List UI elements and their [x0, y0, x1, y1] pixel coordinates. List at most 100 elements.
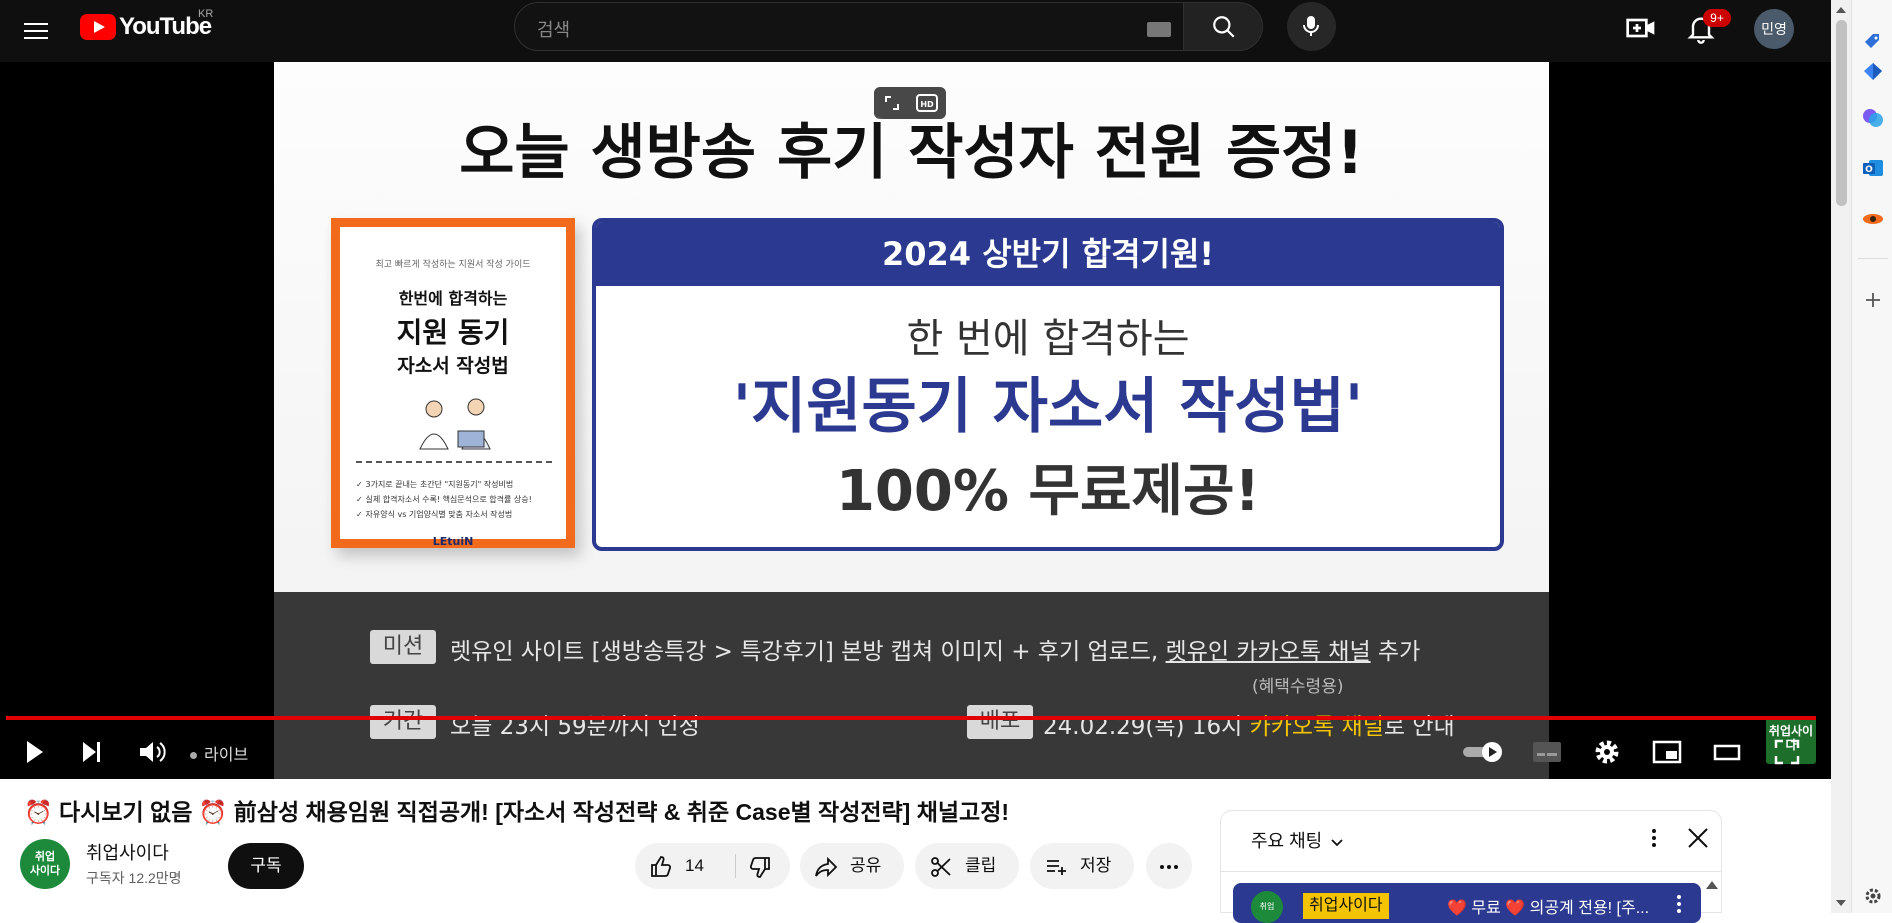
pinned-more-icon[interactable]	[1669, 891, 1689, 919]
book-bullet: 실제 합격자소서 수록! 핵심문석으로 합격률 상승!	[356, 492, 566, 507]
share-label: 공유	[850, 856, 882, 875]
menu-button[interactable]	[18, 12, 54, 48]
mission-tag: 미션	[370, 630, 436, 664]
mission-link: 렛유인 카카오톡 채널	[1165, 639, 1371, 665]
save-label: 저장	[1080, 856, 1112, 875]
clip-label: 클립	[965, 856, 997, 875]
chat-mode-dropdown[interactable]: 주요 채팅	[1251, 827, 1345, 853]
book-illustration	[419, 398, 491, 450]
search-icon	[1213, 16, 1235, 38]
live-indicator[interactable]: 라이브	[190, 741, 248, 765]
fullscreen-icon	[1774, 739, 1800, 765]
pinned-text: ❤️ 무료 ❤️ 의공계 전용! [주...	[1447, 900, 1650, 917]
promo-line2: '지원동기 자소서 작성법'	[732, 372, 1364, 442]
progress-bar[interactable]	[6, 716, 1816, 720]
book-bullets: 3가지로 끝내는 초간단 "지원동기" 작성비법 실제 합격자소서 수록! 핵심…	[356, 477, 566, 522]
promo-header: 2024 상반기 합격기원!	[596, 222, 1500, 286]
player-controls: 라이브	[0, 728, 1831, 778]
like-dislike-group: 14	[635, 843, 790, 889]
play-button[interactable]	[14, 732, 54, 772]
chat-close-button[interactable]	[1683, 823, 1713, 853]
page-scrollbar[interactable]	[1831, 0, 1851, 913]
shopping-icon[interactable]	[1861, 60, 1885, 84]
voice-search-button[interactable]	[1287, 2, 1336, 51]
youtube-play-icon	[80, 14, 116, 40]
region-code: KR	[198, 8, 214, 20]
subtitles-button[interactable]	[1527, 732, 1567, 772]
miniplayer-icon	[1652, 740, 1682, 764]
book-divider	[356, 461, 552, 463]
save-button[interactable]: 저장	[1030, 843, 1134, 889]
chat-mode-label: 주요 채팅	[1251, 831, 1323, 851]
book-title-line3: 자소서 작성법	[397, 355, 509, 377]
book-brand: LEtuiN	[432, 535, 474, 548]
slide-title: 오늘 생방송 후기 작성자 전원 증정!	[459, 118, 1364, 188]
autoplay-toggle[interactable]	[1462, 732, 1506, 772]
thumbs-down-icon	[749, 857, 770, 878]
games-icon[interactable]	[1861, 206, 1885, 230]
fullscreen-button[interactable]	[1767, 732, 1807, 772]
account-avatar[interactable]: 민영	[1754, 9, 1794, 49]
miniplayer-button[interactable]	[1647, 732, 1687, 772]
promo-line1: 한 번에 합격하는	[906, 316, 1190, 362]
mission-note: (혜택수령용)	[1252, 677, 1344, 697]
settings-gear-icon[interactable]	[1861, 884, 1885, 908]
video-player[interactable]: HD 오늘 생방송 후기 작성자 전원 증정! 최고 빠르게 작성하는 지원서 …	[0, 62, 1831, 779]
chevron-down-icon	[1331, 839, 1343, 847]
microphone-icon	[1303, 16, 1319, 36]
more-horizontal-icon	[1160, 865, 1178, 869]
book-caption: 최고 빠르게 작성하는 지원서 작성 가이드	[375, 260, 531, 270]
settings-button[interactable]	[1587, 732, 1627, 772]
subscribe-button[interactable]: 구독	[228, 843, 304, 889]
more-actions-button[interactable]	[1146, 843, 1192, 889]
close-icon	[1688, 828, 1708, 848]
more-vertical-icon	[1652, 829, 1656, 847]
outlook-icon[interactable]: O	[1861, 156, 1885, 180]
like-button[interactable]: 14	[635, 843, 735, 889]
youtube-logo[interactable]: YouTube	[80, 13, 212, 40]
search-tag-icon[interactable]	[1861, 30, 1885, 54]
scrollbar-thumb[interactable]	[1836, 20, 1847, 206]
subtitles-icon	[1533, 742, 1561, 762]
search-button[interactable]	[1183, 2, 1263, 51]
share-icon	[815, 856, 838, 878]
video-create-icon	[1626, 18, 1655, 38]
pinned-message[interactable]: 취업 취업사이다 ❤️ 무료 ❤️ 의공계 전용! [주...	[1233, 883, 1701, 923]
keyboard-icon[interactable]	[1147, 22, 1171, 37]
notification-badge: 9+	[1703, 9, 1731, 27]
volume-button[interactable]	[131, 732, 171, 772]
next-icon	[83, 742, 100, 762]
channel-avatar[interactable]: 취업 사이다	[20, 839, 70, 889]
autoplay-icon	[1463, 742, 1502, 762]
video-title: ⏰ 다시보기 없음 ⏰ 前삼성 채용임원 직접공개! [자소서 작성전략 & 취…	[24, 799, 1010, 825]
promo-line3: 100% 무료제공!	[835, 459, 1261, 524]
book-bullet: 자유양식 vs 기업양식별 맞춤 자소서 작성법	[356, 507, 566, 522]
mission-text-a: 렛유인 사이트 [생방송특강 > 특강후기] 본방 캡쳐 이미지 + 후기 업로…	[450, 639, 1159, 665]
promo-card: 2024 상반기 합격기원! 한 번에 합격하는 '지원동기 자소서 작성법' …	[592, 218, 1504, 551]
share-button[interactable]: 공유	[800, 843, 904, 889]
pinned-author: 취업사이다	[1303, 893, 1389, 919]
book-cover: 최고 빠르게 작성하는 지원서 작성 가이드 한번에 합격하는 지원 동기 자소…	[331, 218, 575, 548]
theater-icon	[1713, 744, 1741, 761]
chat-scroll-up-icon[interactable]	[1705, 879, 1719, 891]
search-input[interactable]: 검색	[514, 2, 1184, 51]
scroll-up-arrow-icon[interactable]	[1831, 4, 1851, 16]
pinned-avatar: 취업	[1251, 891, 1283, 923]
copilot-icon[interactable]	[1861, 106, 1885, 130]
scroll-down-arrow-icon[interactable]	[1831, 897, 1851, 909]
chat-more-button[interactable]	[1639, 823, 1669, 853]
sidebar-divider	[1858, 258, 1888, 259]
dislike-button[interactable]	[736, 843, 790, 889]
add-icon[interactable]	[1861, 288, 1885, 312]
live-chat: 주요 채팅 취업 취업사이다 ❤️ 무료 ❤️ 의공계 전용! [주...	[1220, 810, 1722, 923]
theater-mode-button[interactable]	[1707, 732, 1747, 772]
clip-button[interactable]: 클립	[915, 843, 1019, 889]
chat-divider	[1221, 871, 1721, 872]
browser-sidebar: O	[1851, 0, 1892, 913]
next-button[interactable]	[72, 732, 112, 772]
gear-icon	[1595, 740, 1619, 764]
create-button[interactable]	[1625, 12, 1657, 44]
like-count: 14	[685, 856, 704, 875]
book-title-line1: 한번에 합격하는	[398, 289, 508, 308]
channel-name[interactable]: 취업사이다	[86, 839, 169, 865]
